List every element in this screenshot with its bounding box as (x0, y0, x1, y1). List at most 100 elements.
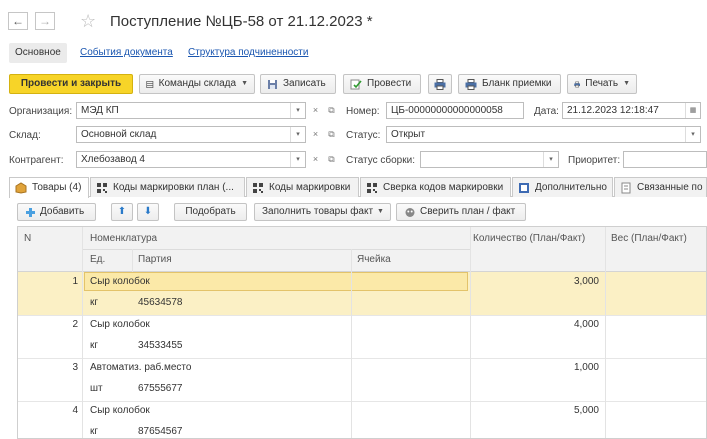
receipt-form-button[interactable]: Бланк приемки (458, 74, 561, 94)
tab-structure[interactable]: Структура подчиненности (188, 47, 308, 58)
back-button[interactable]: ← (8, 12, 28, 30)
row-batch[interactable]: 67555677 (138, 383, 183, 394)
row-batch[interactable]: 45634578 (138, 297, 183, 308)
chevron-down-icon[interactable]: ▾ (685, 127, 700, 142)
arrow-right-icon: → (39, 14, 51, 28)
tab-goods-label: Товары (4) (32, 182, 82, 193)
calendar-icon[interactable]: ▦ (685, 103, 700, 118)
status-field[interactable]: Открыт ▾ (386, 126, 701, 143)
tab-marking-reconciliation-label: Сверка кодов маркировки (383, 182, 504, 193)
select-label: Подобрать (185, 206, 236, 217)
save-button[interactable]: Записать (260, 74, 336, 94)
open-icon[interactable]: ⧉ (324, 102, 339, 119)
compare-button[interactable]: Сверить план / факт (396, 203, 526, 221)
move-down-button[interactable]: ⬇ (137, 203, 159, 221)
header-weight[interactable]: Вес (План/Факт) (611, 233, 687, 244)
warehouse-label: Склад: (9, 130, 41, 141)
warehouse-commands-label: Команды склада (158, 78, 237, 89)
open-icon[interactable]: ⧉ (324, 151, 339, 168)
row-unit[interactable]: шт (90, 383, 103, 394)
move-up-button[interactable]: ⬆ (111, 203, 133, 221)
print-menu-button[interactable]: Печать ▼ (567, 74, 637, 94)
tab-marking-reconciliation[interactable]: Сверка кодов маркировки (360, 177, 511, 197)
clear-icon[interactable]: × (308, 126, 323, 143)
row-number[interactable]: 2 (58, 319, 78, 330)
print-icon-button[interactable] (428, 74, 452, 94)
favorite-star-icon[interactable]: ☆ (80, 11, 96, 31)
column-divider (470, 227, 471, 438)
forward-button[interactable]: → (35, 12, 55, 30)
clear-icon[interactable]: × (308, 151, 323, 168)
compare-icon (405, 207, 415, 217)
organization-field[interactable]: МЭД КП ▾ (76, 102, 306, 119)
chevron-down-icon[interactable]: ▾ (290, 127, 305, 142)
tab-additional[interactable]: Дополнительно (512, 177, 613, 197)
post-button[interactable]: Провести (343, 74, 421, 94)
open-icon[interactable]: ⧉ (324, 126, 339, 143)
printer-icon (465, 78, 477, 90)
select-button[interactable]: Подобрать (174, 203, 247, 221)
tab-document-events[interactable]: События документа (80, 47, 173, 58)
qr-code-icon (97, 183, 107, 193)
header-n[interactable]: N (24, 233, 31, 244)
related-docs-icon (621, 182, 631, 194)
printer-icon (574, 81, 581, 87)
fill-fact-button[interactable]: Заполнить товары факт ▼ (254, 203, 391, 221)
clear-icon[interactable]: × (308, 102, 323, 119)
row-unit[interactable]: кг (90, 340, 98, 351)
row-batch[interactable]: 87654567 (138, 426, 183, 437)
header-cell[interactable]: Ячейка (357, 254, 391, 265)
row-number[interactable]: 1 (58, 276, 78, 287)
header-divider (82, 249, 470, 250)
qr-code-icon (367, 183, 377, 193)
priority-field[interactable] (623, 151, 707, 168)
row-name[interactable]: Сыр колобок (90, 405, 150, 416)
post-label: Провести (367, 78, 412, 89)
date-field[interactable]: 21.12.2023 12:18:47 ▦ (562, 102, 701, 119)
warehouse-field[interactable]: Основной склад ▾ (76, 126, 306, 143)
row-quantity[interactable]: 5,000 (473, 405, 599, 416)
chevron-down-icon[interactable]: ▾ (290, 152, 305, 167)
row-quantity[interactable]: 3,000 (473, 276, 599, 287)
row-number[interactable]: 4 (58, 405, 78, 416)
header-unit[interactable]: Ед. (90, 254, 105, 265)
row-name[interactable]: Сыр колобок (90, 276, 150, 287)
tab-related[interactable]: Связанные по (614, 177, 707, 197)
add-button[interactable]: Добавить (17, 203, 96, 221)
chevron-down-icon[interactable]: ▾ (290, 103, 305, 118)
tab-marking-codes-plan[interactable]: Коды маркировки план (... (90, 177, 245, 197)
row-batch[interactable]: 34533455 (138, 340, 183, 351)
row-name[interactable]: Автоматиз. раб.место (90, 362, 191, 373)
post-and-close-button[interactable]: Провести и закрыть (9, 74, 133, 94)
number-field[interactable]: ЦБ-00000000000000058 (386, 102, 524, 119)
chevron-down-icon: ▼ (241, 80, 248, 87)
goods-table[interactable]: N Номенклатура Количество (План/Факт) Ве… (17, 226, 707, 439)
row-unit[interactable]: кг (90, 426, 98, 437)
row-unit[interactable]: кг (90, 297, 98, 308)
tab-marking-codes[interactable]: Коды маркировки (246, 177, 359, 197)
contractor-label: Контрагент: (9, 155, 64, 166)
tab-related-label: Связанные по (637, 182, 703, 193)
row-name[interactable]: Сыр колобок (90, 319, 150, 330)
receipt-form-label: Бланк приемки (482, 78, 552, 89)
header-nomenclature[interactable]: Номенклатура (90, 233, 157, 244)
chevron-down-icon[interactable]: ▾ (543, 152, 558, 167)
warehouse-commands-button[interactable]: Команды склада ▼ (139, 74, 255, 94)
column-divider (132, 249, 133, 272)
contractor-field[interactable]: Хлебозавод 4 ▾ (76, 151, 306, 168)
chevron-down-icon: ▼ (623, 80, 630, 87)
tab-main[interactable]: Основное (9, 43, 67, 63)
status-label: Статус: (346, 130, 381, 141)
row-quantity[interactable]: 1,000 (473, 362, 599, 373)
qr-code-icon (253, 183, 263, 193)
assembly-status-field[interactable]: ▾ (420, 151, 559, 168)
printer-icon (434, 78, 446, 90)
plus-icon (26, 207, 35, 217)
header-quantity[interactable]: Количество (План/Факт) (473, 233, 585, 244)
row-number[interactable]: 3 (58, 362, 78, 373)
row-quantity[interactable]: 4,000 (473, 319, 599, 330)
tab-goods[interactable]: Товары (4) (9, 177, 89, 198)
column-divider (351, 249, 352, 438)
header-batch[interactable]: Партия (138, 254, 172, 265)
row-divider (18, 358, 706, 359)
